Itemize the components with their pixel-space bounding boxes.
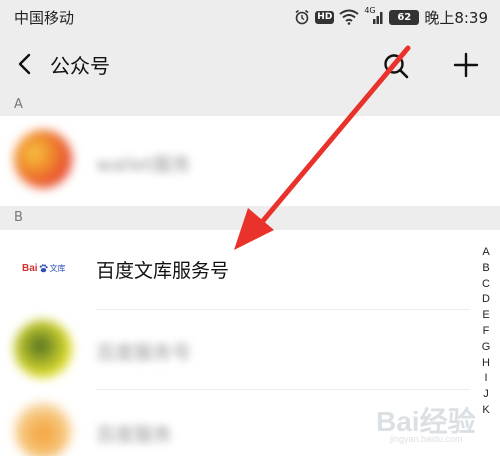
index-letter-c[interactable]: C [482,277,490,293]
account-avatar [14,130,72,188]
index-letter-b[interactable]: B [482,261,489,277]
carrier-name: 中国移动 [14,9,75,27]
logo-bai-text: Bai [22,262,38,274]
account-name: 百度文库服务号 [96,260,230,282]
battery-icon: 62 [389,9,420,25]
baidu-jingyan-watermark: Bai经验 jingyan.baidu.com [376,398,496,448]
watermark-url: jingyan.baidu.com [390,434,463,444]
list-item[interactable]: 百度服务号 [0,310,470,390]
paw-icon [39,263,48,272]
logo-wenku-text: 文库 [49,263,66,273]
account-name: 百度服务号 [96,342,192,364]
index-letter-e[interactable]: E [482,308,489,324]
clock: 晚上8:39 [424,8,488,27]
list-item[interactable]: Bai 文库 百度文库服务号 [0,230,470,310]
index-letter-h[interactable]: H [482,356,490,372]
wifi-icon [339,9,359,25]
nav-bar: 公众号 [0,34,500,94]
account-avatar [14,320,72,378]
page-title: 公众号 [50,54,110,78]
account-name: 百度服务 [96,424,173,446]
status-icons: HD 4G 62 晚上8:39 [294,6,488,28]
index-letter-a[interactable]: A [482,245,489,261]
section-header-a: A [0,94,500,116]
alarm-icon [295,9,309,25]
search-icon[interactable] [382,52,410,80]
signal-icon: 4G [364,6,384,25]
index-letter-d[interactable]: D [482,292,490,308]
alphabet-index[interactable]: ABCDEFGHIJK [478,245,494,419]
account-name: wallet服务 [96,154,191,176]
section-header-b: B [0,206,500,230]
list-item[interactable]: wallet服务 [0,116,470,206]
status-bar: 中国移动 HD 4G 62 晚上8:39 [0,0,500,34]
hd-badge: HD [315,10,335,24]
index-letter-g[interactable]: G [482,340,491,356]
account-avatar [14,402,72,456]
index-letter-f[interactable]: F [483,324,490,340]
index-letter-i[interactable]: I [484,371,487,387]
baidu-wenku-logo: Bai 文库 [22,260,76,276]
back-arrow-icon[interactable] [14,52,38,76]
plus-icon[interactable] [452,51,480,79]
